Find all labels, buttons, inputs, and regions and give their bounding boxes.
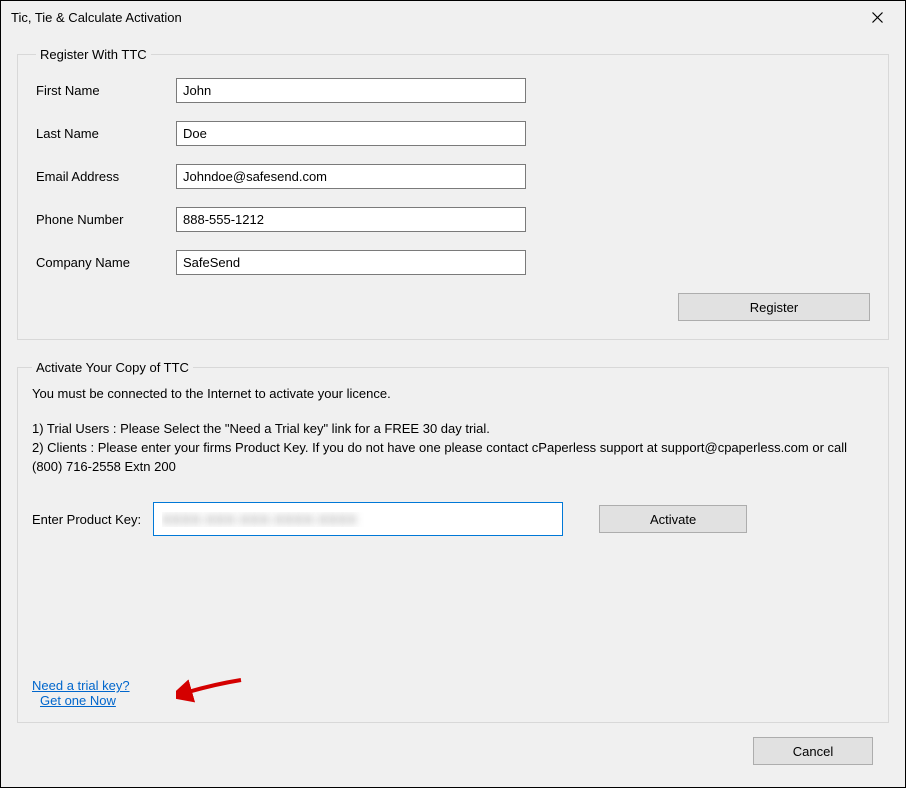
instruction-intro: You must be connected to the Internet to…	[32, 385, 874, 404]
footer-row: Cancel	[17, 723, 889, 771]
product-key-label: Enter Product Key:	[32, 512, 145, 527]
window-title: Tic, Tie & Calculate Activation	[11, 10, 182, 25]
company-input[interactable]	[176, 250, 526, 275]
company-label: Company Name	[36, 255, 176, 270]
close-icon	[872, 12, 883, 23]
register-button-row: Register	[36, 293, 870, 321]
activate-legend: Activate Your Copy of TTC	[32, 360, 193, 375]
instruction-block: You must be connected to the Internet to…	[32, 385, 874, 476]
product-key-input[interactable]	[153, 502, 563, 536]
instruction-line2: 2) Clients : Please enter your firms Pro…	[32, 439, 874, 477]
activate-button[interactable]: Activate	[599, 505, 747, 533]
activation-window: Tic, Tie & Calculate Activation Register…	[0, 0, 906, 788]
phone-input[interactable]	[176, 207, 526, 232]
trial-key-link-line2[interactable]: Get one Now	[32, 693, 116, 708]
first-name-row: First Name	[36, 78, 870, 103]
first-name-label: First Name	[36, 83, 176, 98]
trial-link-block: Need a trial key? Get one Now	[32, 678, 130, 708]
email-label: Email Address	[36, 169, 176, 184]
close-button[interactable]	[861, 7, 893, 27]
register-fieldset: Register With TTC First Name Last Name E…	[17, 47, 889, 340]
activate-fieldset: Activate Your Copy of TTC You must be co…	[17, 360, 889, 723]
email-input[interactable]	[176, 164, 526, 189]
content-area: Register With TTC First Name Last Name E…	[1, 33, 905, 787]
arrow-annotation-icon	[176, 674, 246, 704]
titlebar: Tic, Tie & Calculate Activation	[1, 1, 905, 33]
trial-key-link-line1[interactable]: Need a trial key?	[32, 678, 130, 693]
phone-label: Phone Number	[36, 212, 176, 227]
register-legend: Register With TTC	[36, 47, 151, 62]
email-row: Email Address	[36, 164, 870, 189]
phone-row: Phone Number	[36, 207, 870, 232]
product-key-row: Enter Product Key: Activate	[32, 502, 874, 536]
cancel-button[interactable]: Cancel	[753, 737, 873, 765]
last-name-input[interactable]	[176, 121, 526, 146]
last-name-label: Last Name	[36, 126, 176, 141]
register-button[interactable]: Register	[678, 293, 870, 321]
instruction-line1: 1) Trial Users : Please Select the "Need…	[32, 420, 874, 439]
first-name-input[interactable]	[176, 78, 526, 103]
company-row: Company Name	[36, 250, 870, 275]
last-name-row: Last Name	[36, 121, 870, 146]
